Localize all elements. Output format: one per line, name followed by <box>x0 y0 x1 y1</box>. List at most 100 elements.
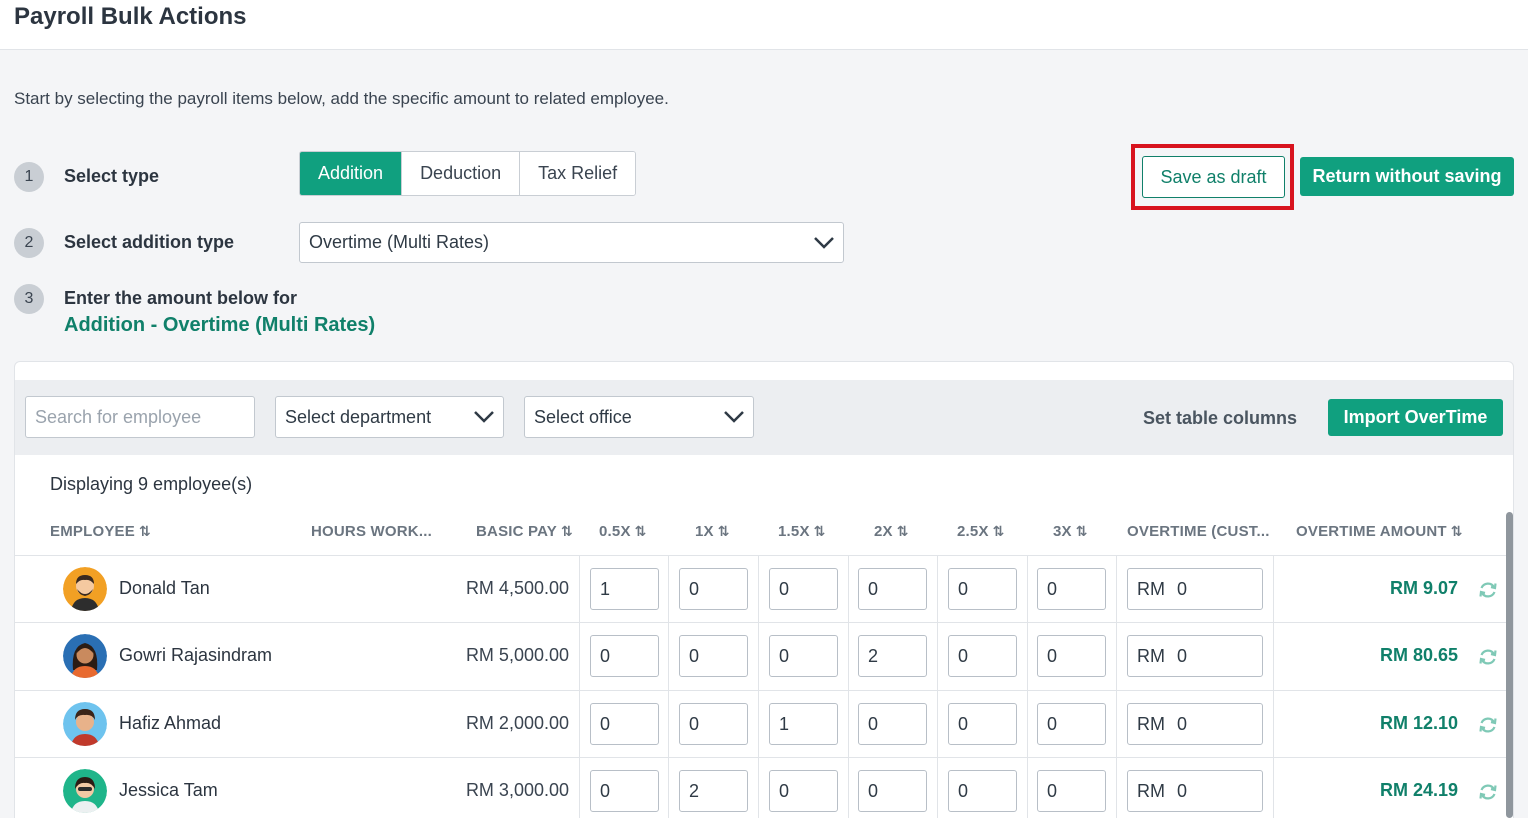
top-bar: Payroll Bulk Actions <box>0 0 1528 50</box>
sort-icon[interactable]: ⇅ <box>139 523 151 540</box>
rate-input-3x[interactable]: 0 <box>1037 635 1106 677</box>
department-select-label: Select department <box>285 406 432 427</box>
set-table-columns-link[interactable]: Set table columns <box>1143 408 1297 429</box>
rate-input-0-5x[interactable]: 0 <box>590 770 659 812</box>
import-overtime-button[interactable]: Import OverTime <box>1328 399 1503 436</box>
rate-input-2-5x[interactable]: 0 <box>948 568 1017 610</box>
overtime-custom-value: 0 <box>1177 645 1188 666</box>
step-1-badge: 1 <box>14 162 44 192</box>
sort-icon[interactable]: ⇅ <box>814 523 826 540</box>
step-2-badge: 2 <box>14 228 44 258</box>
rate-input-3x[interactable]: 0 <box>1037 770 1106 812</box>
tab-addition[interactable]: Addition <box>300 152 403 195</box>
tab-deduction[interactable]: Deduction <box>402 152 521 195</box>
currency-prefix: RM <box>1137 713 1165 734</box>
col-rate-1-5x[interactable]: 1.5X ⇅ <box>778 523 826 540</box>
overtime-custom-value: 0 <box>1177 713 1188 734</box>
rate-input-0-5x[interactable]: 0 <box>590 703 659 745</box>
employee-name: Hafiz Ahmad <box>119 713 222 733</box>
step-1-label: Select type <box>64 166 160 186</box>
department-select[interactable]: Select department <box>275 396 504 438</box>
currency-prefix: RM <box>1137 645 1165 666</box>
sort-icon[interactable]: ⇅ <box>1076 523 1088 540</box>
overtime-amount: RM 9.07 <box>1389 578 1458 598</box>
page-title: Payroll Bulk Actions <box>14 3 247 30</box>
refresh-icon[interactable] <box>1478 647 1498 667</box>
sort-icon[interactable]: ⇅ <box>897 523 909 540</box>
tab-tax-relief[interactable]: Tax Relief <box>520 152 636 195</box>
rate-input-0-5x[interactable]: 1 <box>590 568 659 610</box>
table-row: Jessica Tam RM 3,000.00 0 2 0 0 0 0 RM 0… <box>15 758 1507 818</box>
rate-input-1x[interactable]: 0 <box>679 703 748 745</box>
col-employee[interactable]: EMPLOYEE ⇅ <box>50 523 151 540</box>
col-rate-2x[interactable]: 2X ⇅ <box>874 523 909 540</box>
sort-icon[interactable]: ⇅ <box>561 523 573 540</box>
basic-pay: RM 3,000.00 <box>465 780 569 800</box>
basic-pay: RM 2,000.00 <box>465 713 569 733</box>
employee-name: Jessica Tam <box>119 780 218 800</box>
overtime-custom-input[interactable]: RM 0 <box>1127 703 1263 745</box>
step-2-label: Select addition type <box>64 232 235 252</box>
rate-input-1-5x[interactable]: 0 <box>769 568 838 610</box>
table-scrollbar[interactable] <box>1506 512 1513 818</box>
office-select[interactable]: Select office <box>524 396 754 438</box>
employee-count: Displaying 9 employee(s) <box>50 474 253 494</box>
refresh-icon[interactable] <box>1478 782 1498 802</box>
col-overtime-custom: OVERTIME (CUST... <box>1127 523 1270 540</box>
rate-input-2x[interactable]: 2 <box>858 635 927 677</box>
rate-input-1-5x[interactable]: 0 <box>769 635 838 677</box>
rate-input-2x[interactable]: 0 <box>858 703 927 745</box>
basic-pay: RM 4,500.00 <box>465 578 569 598</box>
col-rate-0-5x[interactable]: 0.5X ⇅ <box>599 523 647 540</box>
rate-input-3x[interactable]: 0 <box>1037 703 1106 745</box>
employee-name: Gowri Rajasindram <box>119 645 273 665</box>
sort-icon[interactable]: ⇅ <box>1451 523 1463 540</box>
sort-icon[interactable]: ⇅ <box>993 523 1005 540</box>
refresh-icon[interactable] <box>1478 715 1498 735</box>
col-hours-worked: HOURS WORK... <box>311 523 432 540</box>
overtime-custom-input[interactable]: RM 0 <box>1127 635 1263 677</box>
overtime-amount: RM 24.19 <box>1379 780 1458 800</box>
rate-input-2-5x[interactable]: 0 <box>948 635 1017 677</box>
chevron-down-icon <box>814 236 834 249</box>
col-basic-pay[interactable]: BASIC PAY ⇅ <box>476 523 573 540</box>
currency-prefix: RM <box>1137 578 1165 599</box>
rate-input-3x[interactable]: 0 <box>1037 568 1106 610</box>
rate-input-0-5x[interactable]: 0 <box>590 635 659 677</box>
step-3-selection: Addition - Overtime (Multi Rates) <box>64 314 376 336</box>
table-row: Hafiz Ahmad RM 2,000.00 0 0 1 0 0 0 RM 0… <box>15 691 1507 758</box>
sort-icon[interactable]: ⇅ <box>718 523 730 540</box>
sort-icon[interactable]: ⇅ <box>635 523 647 540</box>
table-row: Gowri Rajasindram RM 5,000.00 0 0 0 2 0 … <box>15 623 1507 690</box>
col-overtime-amount[interactable]: OVERTIME AMOUNT ⇅ <box>1296 523 1463 540</box>
search-employee-input[interactable] <box>25 396 255 438</box>
overtime-amount: RM 12.10 <box>1379 713 1458 733</box>
rate-input-2-5x[interactable]: 0 <box>948 770 1017 812</box>
rate-input-1x[interactable]: 0 <box>679 568 748 610</box>
addition-type-select[interactable]: Overtime (Multi Rates) <box>299 222 844 263</box>
rate-input-2-5x[interactable]: 0 <box>948 703 1017 745</box>
rate-input-1-5x[interactable]: 0 <box>769 770 838 812</box>
addition-type-value: Overtime (Multi Rates) <box>309 232 490 252</box>
rate-input-1x[interactable]: 2 <box>679 770 748 812</box>
chevron-down-icon <box>724 411 744 423</box>
col-rate-3x[interactable]: 3X ⇅ <box>1053 523 1088 540</box>
rate-input-1x[interactable]: 0 <box>679 635 748 677</box>
avatar <box>63 567 107 611</box>
rate-input-2x[interactable]: 0 <box>858 770 927 812</box>
step-3-label: Enter the amount below for <box>64 288 298 308</box>
overtime-amount: RM 80.65 <box>1379 645 1458 665</box>
save-as-draft-button[interactable]: Save as draft <box>1142 156 1285 198</box>
currency-prefix: RM <box>1137 780 1165 801</box>
rate-input-2x[interactable]: 0 <box>858 568 927 610</box>
overtime-custom-input[interactable]: RM 0 <box>1127 568 1263 610</box>
type-selector: Addition Deduction Tax Relief <box>299 151 637 196</box>
avatar <box>63 702 107 746</box>
overtime-custom-input[interactable]: RM 0 <box>1127 770 1263 812</box>
rate-input-1-5x[interactable]: 1 <box>769 703 838 745</box>
col-rate-1x[interactable]: 1X ⇅ <box>695 523 730 540</box>
table-row: Donald Tan RM 4,500.00 1 0 0 0 0 0 RM 0 … <box>15 556 1507 623</box>
col-rate-2-5x[interactable]: 2.5X ⇅ <box>957 523 1005 540</box>
return-without-saving-button[interactable]: Return without saving <box>1300 157 1514 196</box>
refresh-icon[interactable] <box>1478 580 1498 600</box>
